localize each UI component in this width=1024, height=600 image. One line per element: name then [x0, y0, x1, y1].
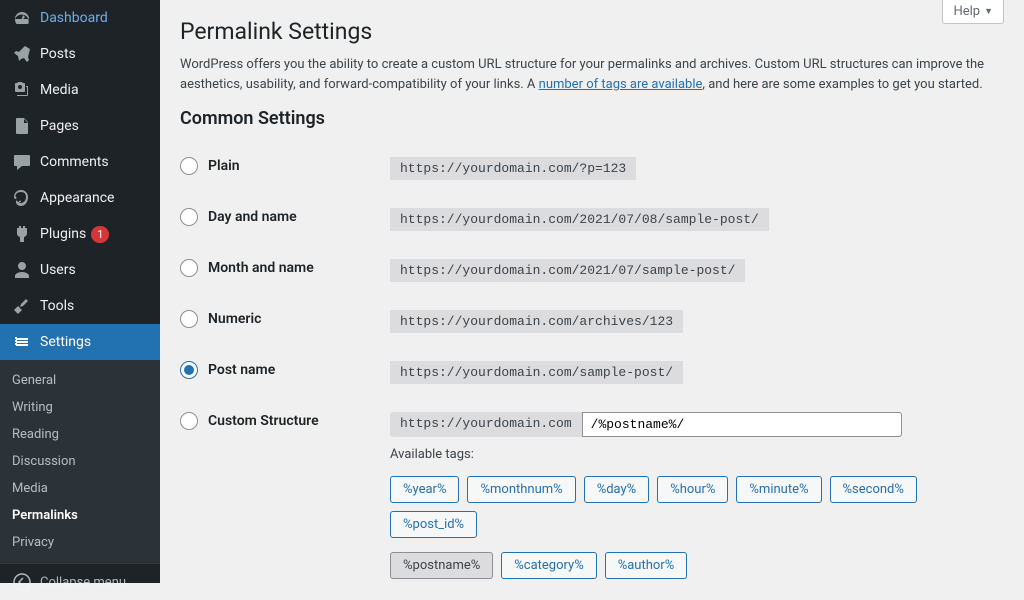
sidebar-item-label: Posts	[40, 46, 76, 62]
option-row-numeric: Numeric https://yourdomain.com/archives/…	[180, 296, 1004, 347]
label-day-name[interactable]: Day and name	[208, 209, 297, 225]
url-preview-day: https://yourdomain.com/2021/07/08/sample…	[390, 208, 769, 231]
sidebar-item-label: Dashboard	[40, 10, 108, 26]
sidebar-item-settings[interactable]: Settings	[0, 324, 160, 360]
option-row-day: Day and name https://yourdomain.com/2021…	[180, 194, 1004, 245]
label-month-name[interactable]: Month and name	[208, 260, 314, 276]
tag-hour[interactable]: %hour%	[657, 476, 728, 503]
brush-icon	[12, 188, 32, 208]
collapse-label: Collapse menu	[40, 575, 126, 590]
sidebar-item-pages[interactable]: Pages	[0, 108, 160, 144]
tag-year[interactable]: %year%	[390, 476, 459, 503]
sidebar-item-posts[interactable]: Posts	[0, 36, 160, 72]
tag-category[interactable]: %category%	[501, 552, 596, 579]
submenu-writing[interactable]: Writing	[0, 394, 160, 421]
collapse-icon	[12, 572, 32, 592]
sidebar-item-label: Pages	[40, 118, 79, 134]
wrench-icon	[12, 296, 32, 316]
submenu-permalinks[interactable]: Permalinks	[0, 502, 160, 529]
common-settings-heading: Common Settings	[180, 108, 1004, 129]
pages-icon	[12, 116, 32, 136]
sidebar-item-label: Users	[40, 262, 76, 278]
radio-month-name[interactable]	[180, 259, 198, 277]
url-preview-month: https://yourdomain.com/2021/07/sample-po…	[390, 259, 745, 282]
option-row-custom: Custom Structure https://yourdomain.com …	[180, 398, 1004, 583]
url-preview-plain: https://yourdomain.com/?p=123	[390, 157, 636, 180]
tag-postid[interactable]: %post_id%	[390, 511, 477, 538]
sidebar-item-label: Appearance	[40, 190, 114, 206]
option-row-postname: Post name https://yourdomain.com/sample-…	[180, 347, 1004, 398]
submenu-reading[interactable]: Reading	[0, 421, 160, 448]
intro-text: WordPress offers you the ability to crea…	[180, 55, 1004, 94]
media-icon	[12, 80, 32, 100]
sidebar-item-label: Comments	[40, 154, 109, 170]
collapse-menu-button[interactable]: Collapse menu	[0, 563, 160, 600]
radio-post-name[interactable]	[180, 361, 198, 379]
url-preview-numeric: https://yourdomain.com/archives/123	[390, 310, 683, 333]
plugin-icon	[12, 224, 32, 244]
tag-postname[interactable]: %postname%	[390, 552, 493, 579]
main-content: Help ▼ Permalink Settings WordPress offe…	[160, 0, 1024, 583]
sidebar-item-dashboard[interactable]: Dashboard	[0, 0, 160, 36]
pin-icon	[12, 44, 32, 64]
tag-minute[interactable]: %minute%	[736, 476, 821, 503]
sidebar-item-label: Settings	[40, 334, 91, 350]
sidebar-item-appearance[interactable]: Appearance	[0, 180, 160, 216]
dashboard-icon	[12, 8, 32, 28]
submenu-general[interactable]: General	[0, 367, 160, 394]
help-tab[interactable]: Help ▼	[942, 0, 1004, 24]
available-tags-label: Available tags:	[390, 447, 1004, 462]
sidebar-item-plugins[interactable]: Plugins 1	[0, 216, 160, 252]
label-post-name[interactable]: Post name	[208, 362, 275, 378]
comments-icon	[12, 152, 32, 172]
sidebar-item-users[interactable]: Users	[0, 252, 160, 288]
submenu-discussion[interactable]: Discussion	[0, 448, 160, 475]
user-icon	[12, 260, 32, 280]
option-row-month: Month and name https://yourdomain.com/20…	[180, 245, 1004, 296]
sidebar-item-comments[interactable]: Comments	[0, 144, 160, 180]
tag-author[interactable]: %author%	[605, 552, 688, 579]
label-custom[interactable]: Custom Structure	[208, 413, 319, 429]
sidebar-item-label: Plugins	[40, 226, 86, 242]
radio-custom[interactable]	[180, 412, 198, 430]
update-badge: 1	[91, 226, 109, 243]
intro-post: , and here are some examples to get you …	[702, 77, 982, 92]
tag-day[interactable]: %day%	[584, 476, 650, 503]
radio-day-name[interactable]	[180, 208, 198, 226]
tag-second[interactable]: %second%	[830, 476, 917, 503]
tag-monthnum[interactable]: %monthnum%	[467, 476, 575, 503]
url-preview-postname: https://yourdomain.com/sample-post/	[390, 361, 683, 384]
sidebar-item-tools[interactable]: Tools	[0, 288, 160, 324]
tags-link[interactable]: number of tags are available	[539, 77, 703, 92]
submenu-media[interactable]: Media	[0, 475, 160, 502]
submenu-privacy[interactable]: Privacy	[0, 529, 160, 556]
sidebar-item-media[interactable]: Media	[0, 72, 160, 108]
tags-row-2: %postname% %category% %author%	[390, 552, 1004, 579]
option-row-plain: Plain https://yourdomain.com/?p=123	[180, 143, 1004, 194]
label-plain[interactable]: Plain	[208, 158, 240, 174]
radio-plain[interactable]	[180, 157, 198, 175]
help-label: Help	[953, 4, 980, 19]
sidebar-item-label: Media	[40, 82, 79, 98]
custom-structure-input[interactable]	[582, 412, 902, 437]
sidebar-item-label: Tools	[40, 298, 74, 314]
custom-prefix: https://yourdomain.com	[390, 412, 582, 437]
radio-numeric[interactable]	[180, 310, 198, 328]
label-numeric[interactable]: Numeric	[208, 311, 261, 327]
page-title: Permalink Settings	[180, 18, 1004, 45]
tags-row-1: %year% %monthnum% %day% %hour% %minute% …	[390, 476, 1004, 538]
settings-submenu: General Writing Reading Discussion Media…	[0, 360, 160, 563]
settings-icon	[12, 332, 32, 352]
chevron-down-icon: ▼	[984, 6, 993, 17]
admin-sidebar: Dashboard Posts Media Pages Comments App…	[0, 0, 160, 583]
